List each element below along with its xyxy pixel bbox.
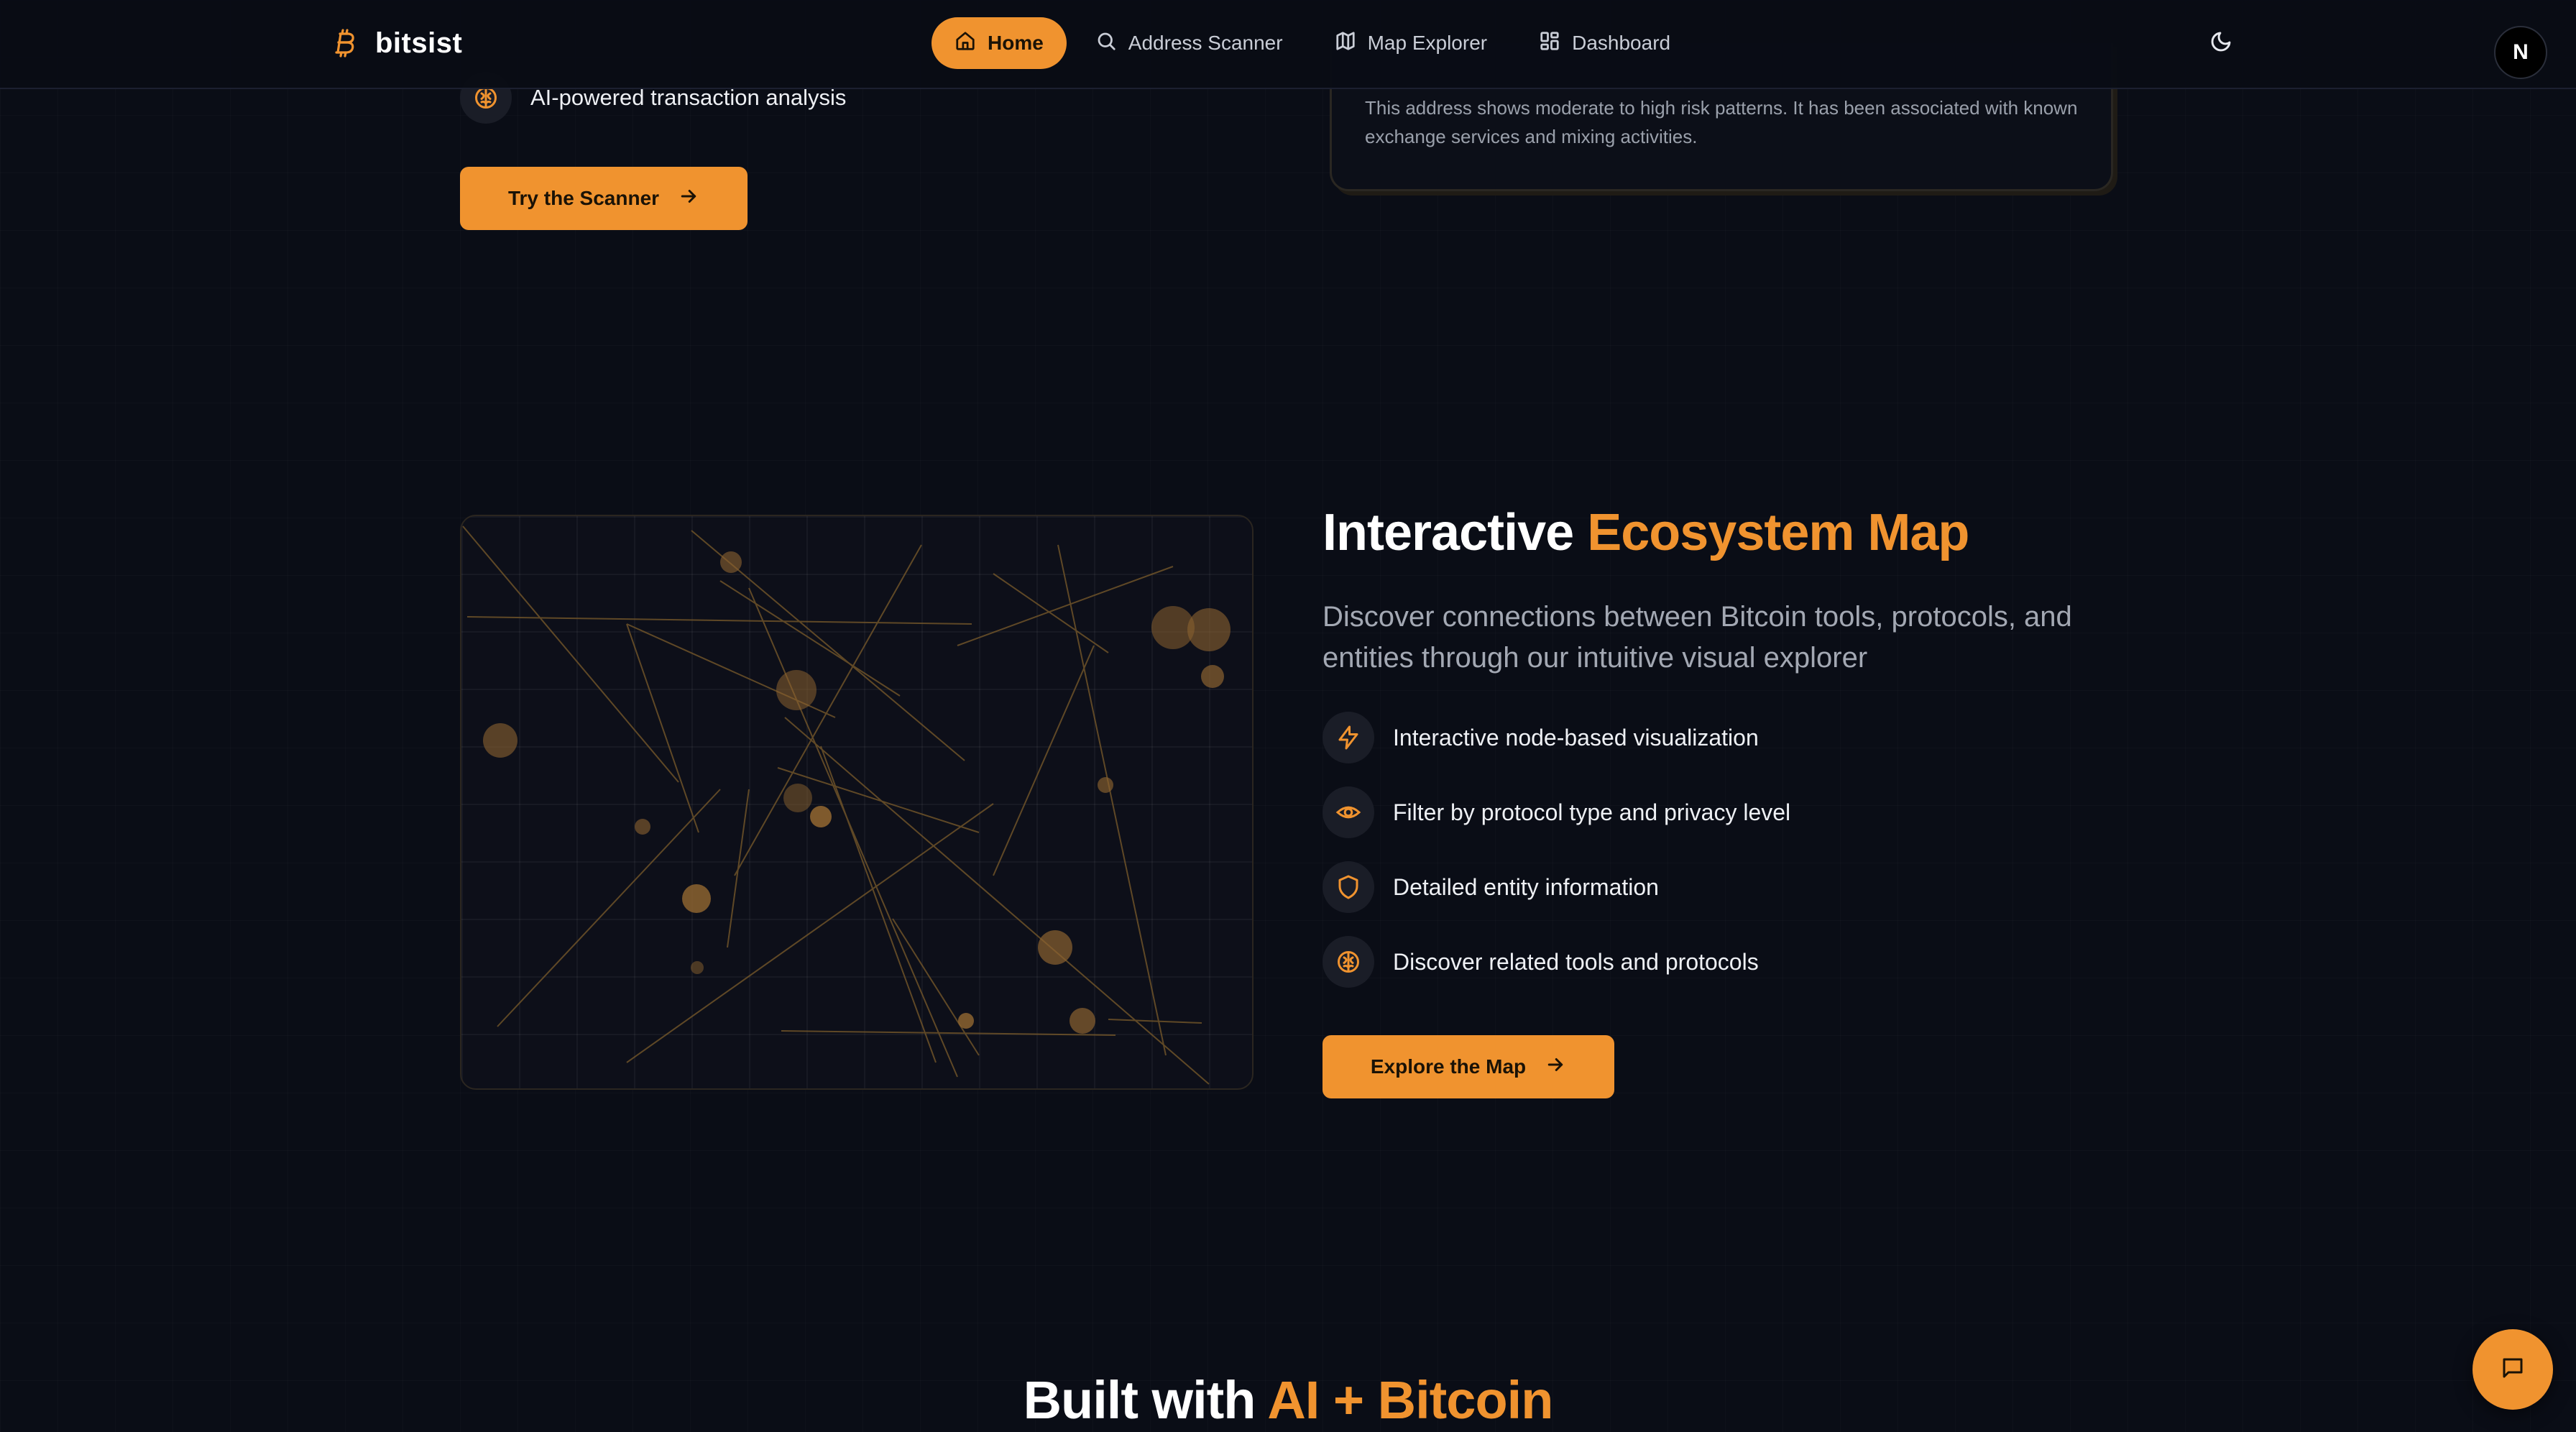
ecosystem-feature-text: Interactive node-based visualization — [1393, 724, 1759, 751]
ecosystem-feature-item: Filter by protocol type and privacy leve… — [1322, 786, 1790, 838]
brand-name: bitsist — [375, 27, 463, 59]
nav-dashboard-label: Dashboard — [1572, 32, 1671, 54]
ecosystem-title-main: Interactive — [1322, 504, 1588, 561]
theme-toggle[interactable] — [2207, 29, 2235, 58]
built-title-accent: AI + Bitcoin — [1267, 1370, 1553, 1430]
main-nav: Home Address Scanner Map Explorer Dashbo… — [932, 17, 1693, 69]
nav-home-label: Home — [988, 32, 1044, 54]
try-scanner-button[interactable]: Try the Scanner — [460, 167, 748, 230]
ecosystem-map-preview[interactable] — [460, 515, 1254, 1090]
nav-map-explorer[interactable]: Map Explorer — [1312, 17, 1511, 69]
dashboard-icon — [1539, 30, 1560, 57]
avatar-letter: N — [2513, 40, 2529, 64]
try-scanner-label: Try the Scanner — [507, 187, 660, 209]
background-grid — [0, 0, 2576, 1432]
moon-icon — [2209, 30, 2232, 57]
arrow-right-icon — [1545, 1054, 1566, 1080]
nav-map-explorer-label: Map Explorer — [1367, 32, 1488, 54]
ecosystem-description: Discover connections between Bitcoin too… — [1322, 601, 2072, 674]
zap-icon — [1322, 712, 1374, 763]
brand-logo[interactable]: bitsist — [331, 24, 462, 62]
explore-map-label: Explore the Map — [1370, 1055, 1527, 1078]
ecosystem-feature-item: Discover related tools and protocols — [1322, 936, 1759, 988]
map-network-graphic — [462, 525, 1230, 1085]
nav-dashboard[interactable]: Dashboard — [1516, 17, 1693, 69]
built-title-main: Built with — [1023, 1370, 1268, 1430]
risk-description: This address shows moderate to high risk… — [1365, 97, 2078, 147]
map-icon — [1335, 30, 1356, 57]
ecosystem-feature-text: Discover related tools and protocols — [1393, 948, 1759, 975]
nav-home[interactable]: Home — [932, 17, 1067, 69]
eye-icon — [1322, 786, 1374, 838]
search-icon — [1095, 30, 1117, 57]
avatar[interactable]: N — [2494, 26, 2547, 79]
ecosystem-feature-item: Interactive node-based visualization — [1322, 712, 1759, 763]
nav-address-scanner-label: Address Scanner — [1128, 32, 1283, 54]
nav-address-scanner[interactable]: Address Scanner — [1072, 17, 1306, 69]
ecosystem-feature-item: Detailed entity information — [1322, 861, 1659, 913]
ecosystem-feature-text: Detailed entity information — [1393, 873, 1659, 900]
ecosystem-feature-text: Filter by protocol type and privacy leve… — [1393, 799, 1791, 825]
arrow-right-icon — [678, 185, 699, 212]
bitcoin-icon — [331, 24, 359, 62]
brain-icon — [1322, 936, 1374, 988]
ecosystem-title: Interactive Ecosystem Map — [1322, 503, 1969, 562]
shield-icon — [1322, 861, 1374, 913]
chat-button[interactable] — [2472, 1329, 2553, 1410]
chat-icon — [2500, 1355, 2526, 1385]
top-navbar: bitsist Home Address Scanner Map Explore… — [0, 0, 2576, 89]
home-icon — [954, 30, 976, 57]
built-with-title: Built with AI + Bitcoin — [0, 1369, 2576, 1431]
explore-map-button[interactable]: Explore the Map — [1322, 1035, 1614, 1098]
ecosystem-title-accent: Ecosystem Map — [1587, 504, 1969, 561]
